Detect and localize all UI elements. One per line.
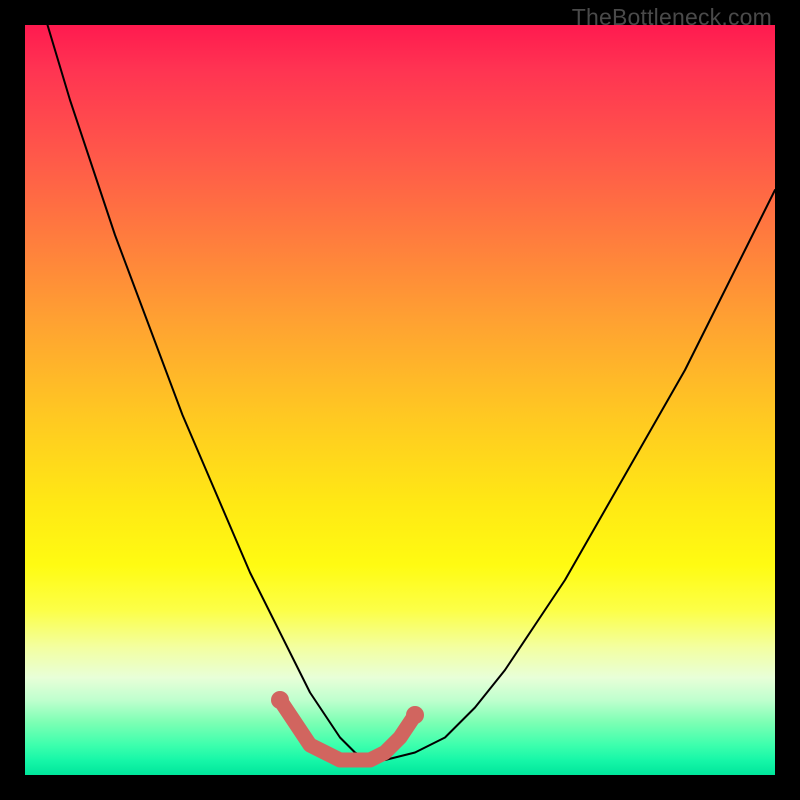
bottleneck-curve: [48, 25, 776, 760]
chart-container: TheBottleneck.com: [0, 0, 800, 800]
safe-zone-band: [280, 700, 415, 760]
plot-area: [25, 25, 775, 775]
watermark-text: TheBottleneck.com: [572, 4, 772, 31]
safe-zone-endpoint: [406, 706, 424, 724]
safe-zone-endpoint: [271, 691, 289, 709]
chart-svg: [25, 25, 775, 775]
